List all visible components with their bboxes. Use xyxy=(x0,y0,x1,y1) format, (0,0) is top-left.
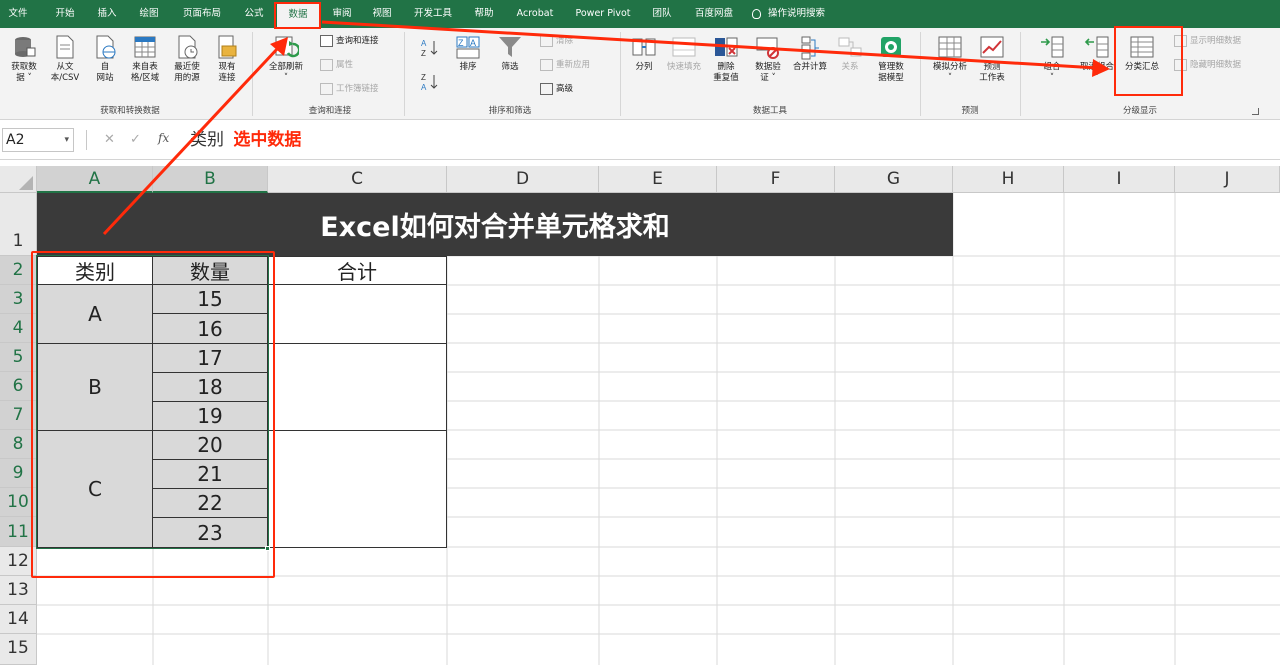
arrow-to-data-tab xyxy=(102,46,280,236)
arrow-head-subtotal xyxy=(1092,59,1110,77)
arrow-to-subtotal xyxy=(321,20,1099,70)
annotation-arrows xyxy=(102,20,1110,236)
